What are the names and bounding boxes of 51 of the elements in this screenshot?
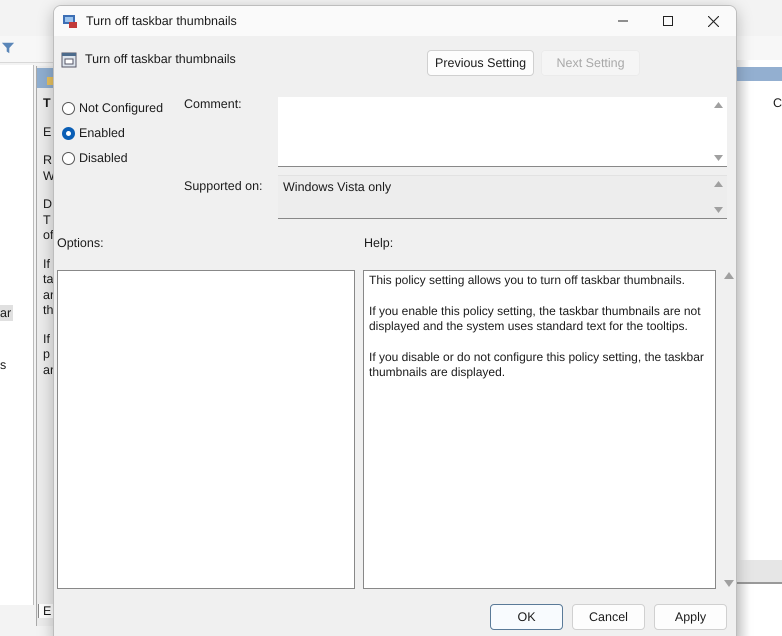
tree-item[interactable]: ar <box>0 305 14 321</box>
description-text: T <box>43 212 52 228</box>
scroll-up-icon[interactable] <box>724 272 734 279</box>
maximize-icon[interactable] <box>663 16 673 26</box>
supported-label: Supported on: <box>184 178 264 195</box>
window-title: Turn off taskbar thumbnails <box>86 14 237 28</box>
filter-icon[interactable] <box>1 41 15 55</box>
description-text: ar <box>43 288 55 303</box>
column-header <box>737 67 782 81</box>
supported-value: Windows Vista only <box>282 179 392 196</box>
help-text: If you enable this policy setting, the taskbar thumbnails are not displayed and the system uses standard text for the tooltips. <box>369 304 702 334</box>
radio-label[interactable]: Enabled <box>79 126 125 140</box>
scroll-down-icon[interactable] <box>714 207 723 213</box>
settings-icon <box>61 52 77 68</box>
policy-title: T <box>43 96 52 112</box>
help-label: Help: <box>363 236 394 250</box>
tab[interactable]: E <box>38 604 54 618</box>
radio-label[interactable]: Disabled <box>79 151 128 165</box>
comment-field[interactable] <box>278 97 727 167</box>
setting-name: Turn off taskbar thumbnails <box>85 52 236 66</box>
tree-item[interactable]: s <box>0 357 8 373</box>
options-label: Options: <box>57 236 105 250</box>
description-text: th <box>43 303 54 318</box>
description-text: R <box>43 153 54 168</box>
description-text: of <box>43 228 54 244</box>
scroll-down-icon[interactable] <box>724 580 734 587</box>
description-text: If <box>43 332 51 347</box>
scroll-down-icon[interactable] <box>714 155 723 161</box>
comment-label: Comment: <box>184 97 243 113</box>
description-text: If <box>43 256 51 272</box>
dialog-button[interactable]: Cancel <box>572 604 645 630</box>
help-text: If you disable or do not configure this policy setting, the taskbar thumbnails are displayed. <box>369 350 705 380</box>
column-text: C <box>773 96 782 110</box>
description-text: ar <box>43 362 55 378</box>
description-text: E <box>43 124 52 140</box>
radio-button[interactable] <box>62 126 75 140</box>
radio-button[interactable] <box>62 152 75 164</box>
dialog-button[interactable]: Apply <box>654 604 727 630</box>
description-text: ta <box>43 272 54 288</box>
description-text: D <box>43 197 54 212</box>
description-text: p <box>43 347 51 362</box>
close-icon[interactable] <box>708 16 719 26</box>
radio-label[interactable]: Not Configured <box>79 101 164 115</box>
scroll-up-icon[interactable] <box>714 102 723 108</box>
setting-nav-button[interactable]: Previous Setting <box>427 50 534 76</box>
help-text: This policy setting allows you to turn off taskbar thumbnails. <box>369 273 686 288</box>
scroll-up-icon[interactable] <box>714 181 723 187</box>
radio-button[interactable] <box>62 102 75 114</box>
horizontal-scrollbar[interactable] <box>737 560 782 584</box>
dialog-button[interactable]: OK <box>490 604 563 630</box>
policy-icon <box>62 13 78 29</box>
